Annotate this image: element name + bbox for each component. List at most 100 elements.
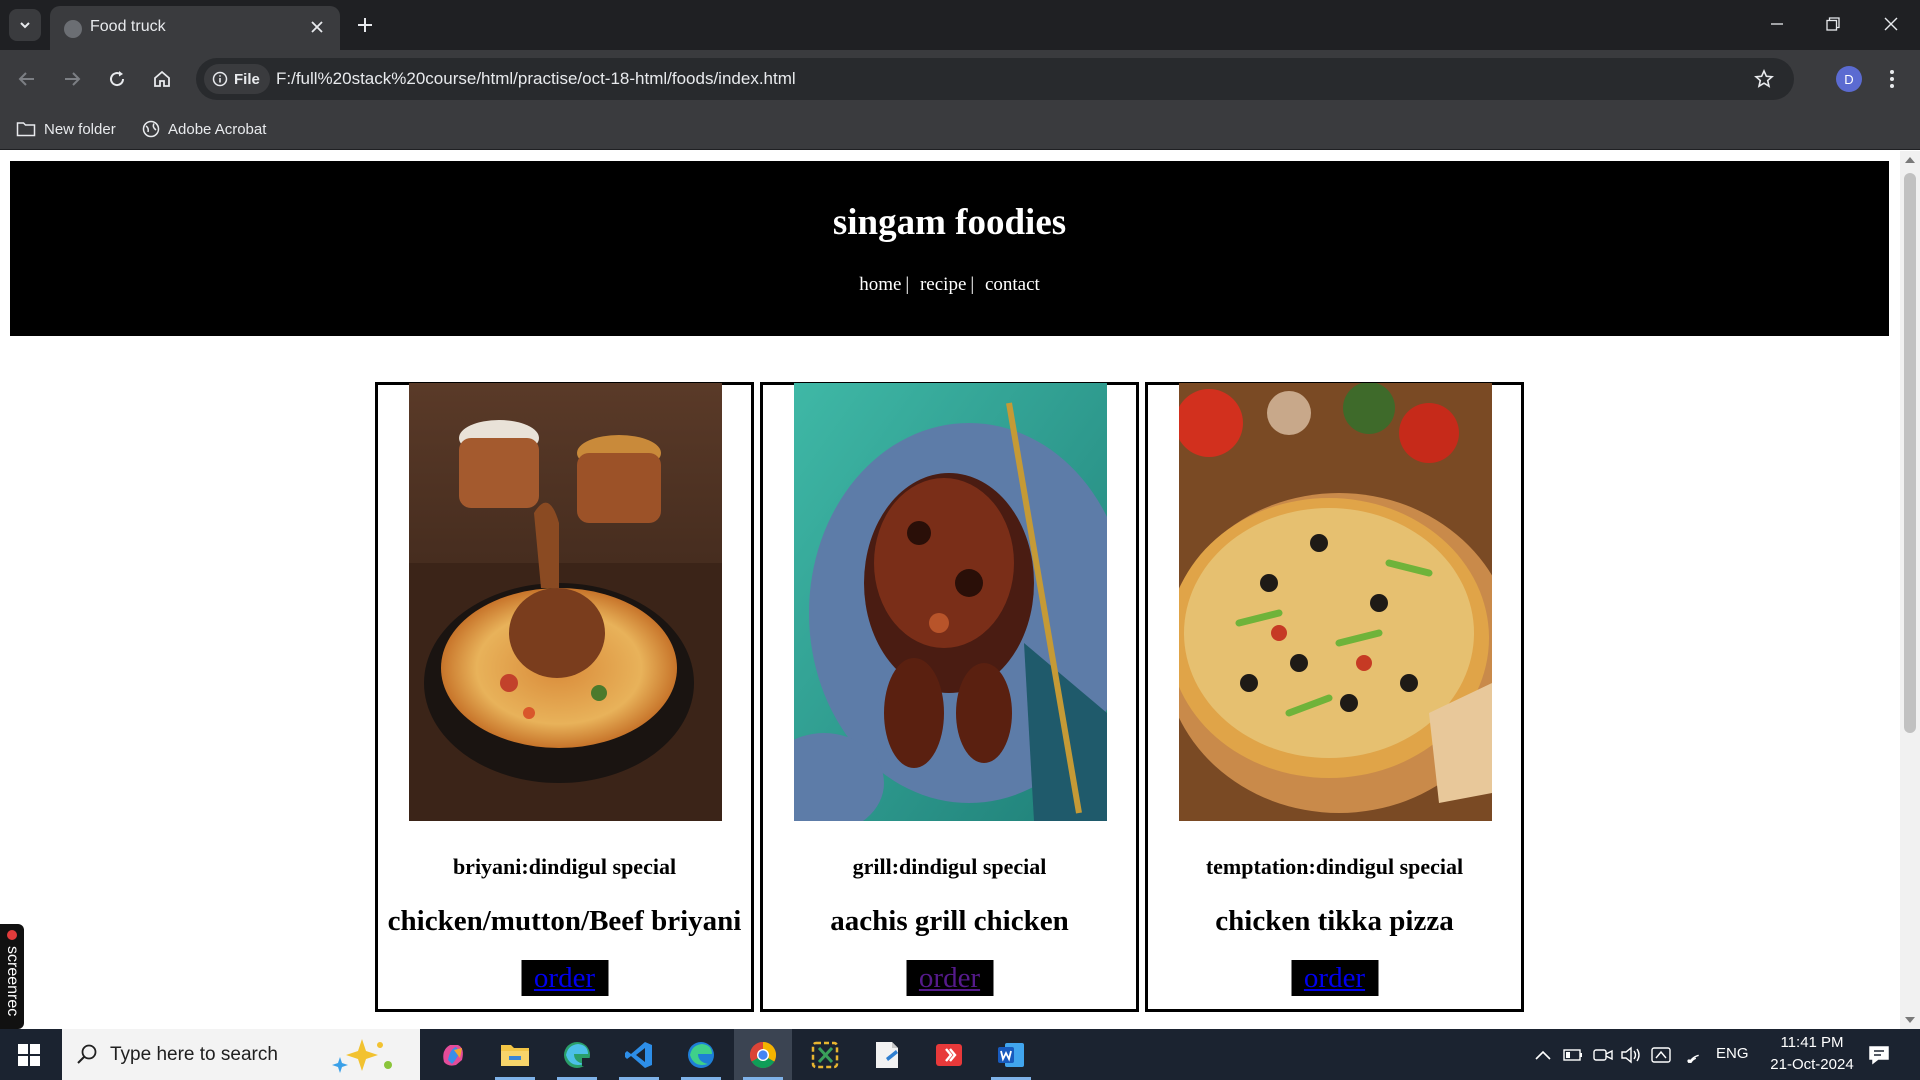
browser-tab-strip: Food truck bbox=[0, 0, 1920, 50]
screen-recorder-badge[interactable]: screenrec bbox=[0, 924, 24, 1029]
edge-icon bbox=[564, 1041, 590, 1068]
info-icon bbox=[212, 71, 228, 87]
nav-link-contact[interactable]: contact bbox=[985, 274, 1040, 295]
order-button[interactable]: order bbox=[906, 960, 993, 996]
chrome-icon bbox=[749, 1041, 777, 1068]
bookmark-star-button[interactable] bbox=[1752, 67, 1776, 91]
show-hidden-icons-button[interactable] bbox=[1532, 1044, 1554, 1066]
clock-date[interactable]: 21-Oct-2024 bbox=[1762, 1056, 1862, 1073]
order-button[interactable]: order bbox=[1291, 960, 1378, 996]
notification-center-button[interactable] bbox=[1868, 1044, 1890, 1066]
nav-link-home[interactable]: home bbox=[859, 274, 901, 295]
taskbar-vscode[interactable] bbox=[610, 1029, 668, 1080]
address-bar[interactable]: File F:/full%20stack%20course/html/pract… bbox=[196, 58, 1794, 100]
card-title: aachis grill chicken bbox=[830, 905, 1069, 937]
reload-button[interactable] bbox=[101, 63, 133, 95]
site-chip-label: File bbox=[234, 70, 260, 88]
windows-logo-icon bbox=[18, 1043, 40, 1066]
tab-search-button[interactable] bbox=[9, 9, 41, 41]
scroll-down-arrow[interactable] bbox=[1905, 1017, 1915, 1023]
taskbar-edge-dev[interactable] bbox=[548, 1029, 606, 1080]
document-icon bbox=[876, 1041, 898, 1068]
clock-time[interactable]: 11:41 PM bbox=[1774, 1034, 1850, 1051]
restore-icon bbox=[1826, 17, 1840, 31]
reload-icon bbox=[110, 71, 125, 87]
volume-icon[interactable] bbox=[1620, 1044, 1642, 1066]
folder-icon bbox=[16, 122, 36, 137]
taskbar-chrome[interactable] bbox=[734, 1029, 792, 1080]
taskbar-file-explorer[interactable] bbox=[486, 1029, 544, 1080]
start-button[interactable] bbox=[0, 1029, 58, 1080]
wifi-icon[interactable] bbox=[1682, 1044, 1704, 1066]
site-header: singam foodies home | recipe | contact bbox=[10, 161, 1889, 336]
search-icon bbox=[77, 1044, 97, 1064]
taskbar-snipping-tool[interactable] bbox=[796, 1029, 854, 1080]
profile-avatar[interactable]: D bbox=[1836, 66, 1862, 92]
word-icon bbox=[998, 1042, 1024, 1067]
nav-link-recipe[interactable]: recipe bbox=[920, 274, 966, 295]
folder-icon bbox=[501, 1044, 529, 1066]
search-placeholder: Type here to search bbox=[110, 1043, 278, 1065]
star-icon bbox=[1754, 69, 1774, 88]
anydesk-icon bbox=[936, 1043, 962, 1066]
taskbar-copilot[interactable] bbox=[424, 1029, 482, 1080]
record-dot-icon bbox=[7, 930, 17, 940]
meet-now-icon[interactable] bbox=[1592, 1044, 1614, 1066]
bookmark-label: New folder bbox=[44, 120, 116, 138]
scroll-up-arrow[interactable] bbox=[1905, 157, 1915, 163]
bookmark-adobe-acrobat[interactable]: Adobe Acrobat bbox=[142, 116, 266, 142]
close-tab-button[interactable] bbox=[306, 16, 328, 38]
order-link[interactable]: order bbox=[534, 962, 595, 995]
order-link[interactable]: order bbox=[1304, 962, 1365, 995]
url-text[interactable]: F:/full%20stack%20course/html/practise/o… bbox=[276, 69, 796, 89]
plus-icon bbox=[358, 18, 372, 32]
card-subtitle: temptation:dindigul special bbox=[1205, 854, 1464, 879]
vscode-icon bbox=[625, 1041, 652, 1068]
taskbar-search-box[interactable]: Type here to search bbox=[62, 1029, 420, 1080]
food-card-grid: briyani:dindigul special chicken/mutton/… bbox=[375, 382, 1524, 1012]
minimize-button[interactable] bbox=[1754, 6, 1800, 42]
forward-button[interactable] bbox=[56, 63, 88, 95]
home-icon bbox=[154, 70, 170, 87]
card-subtitle: briyani:dindigul special bbox=[452, 854, 677, 879]
grill-chicken-image bbox=[794, 383, 1107, 821]
bookmark-new-folder[interactable]: New folder bbox=[16, 116, 116, 142]
language-indicator[interactable]: ENG bbox=[1716, 1045, 1749, 1062]
network-vpn-icon[interactable] bbox=[1650, 1044, 1672, 1066]
bookmark-label: Adobe Acrobat bbox=[168, 120, 267, 138]
globe-icon bbox=[64, 20, 82, 38]
site-nav: home | recipe | contact bbox=[10, 274, 1889, 296]
arrow-right-icon bbox=[65, 72, 81, 86]
site-title: singam foodies bbox=[832, 202, 1067, 243]
card-title: chicken/mutton/Beef briyani bbox=[387, 905, 742, 937]
order-button[interactable]: order bbox=[521, 960, 608, 996]
tab-title: Food truck bbox=[90, 18, 166, 35]
page-scrollbar[interactable] bbox=[1900, 151, 1920, 1029]
close-icon bbox=[1884, 17, 1898, 31]
pizza-image bbox=[1179, 383, 1492, 821]
taskbar-sticky-notes[interactable] bbox=[858, 1029, 916, 1080]
snipping-tool-icon bbox=[811, 1041, 839, 1068]
page-viewport: singam foodies home | recipe | contact b… bbox=[0, 151, 1920, 1029]
new-tab-button[interactable] bbox=[352, 12, 378, 38]
browser-toolbar: File F:/full%20stack%20course/html/pract… bbox=[0, 50, 1920, 108]
taskbar-word[interactable] bbox=[982, 1029, 1040, 1080]
chat-bubble-icon bbox=[1869, 1046, 1889, 1065]
taskbar-anydesk[interactable] bbox=[920, 1029, 978, 1080]
back-button[interactable] bbox=[11, 63, 43, 95]
restore-button[interactable] bbox=[1810, 6, 1856, 42]
order-link[interactable]: order bbox=[919, 962, 980, 995]
taskbar-edge[interactable] bbox=[672, 1029, 730, 1080]
close-window-button[interactable] bbox=[1868, 6, 1914, 42]
bookmarks-bar: New folder Adobe Acrobat bbox=[0, 108, 1920, 150]
site-info-chip[interactable]: File bbox=[204, 64, 270, 94]
close-icon bbox=[311, 21, 323, 33]
windows-taskbar: Type here to search ENG 11:41 PM 21-Oct-… bbox=[0, 1029, 1920, 1080]
tab-food-truck[interactable]: Food truck bbox=[50, 6, 340, 50]
browser-menu-button[interactable] bbox=[1880, 64, 1904, 94]
arrow-left-icon bbox=[18, 72, 34, 86]
more-vertical-icon bbox=[1890, 70, 1894, 88]
scrollbar-thumb[interactable] bbox=[1904, 173, 1916, 733]
battery-icon[interactable] bbox=[1562, 1044, 1584, 1066]
home-button[interactable] bbox=[146, 63, 178, 95]
